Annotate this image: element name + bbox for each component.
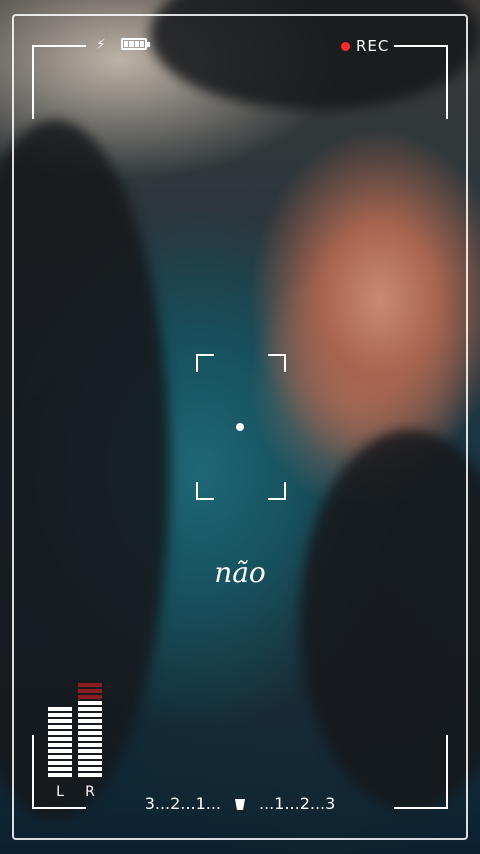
focus-point-icon — [236, 423, 244, 431]
audio-meter-bar — [48, 731, 72, 735]
audio-meter-bar — [78, 737, 102, 741]
rec-indicator: REC — [341, 37, 389, 55]
audio-meter-bar — [48, 713, 72, 717]
audio-meter-bar — [78, 731, 102, 735]
audio-meter-bar — [78, 767, 102, 771]
audio-meter-bar — [48, 749, 72, 753]
audio-meter-bar — [78, 689, 102, 693]
audio-meter-bar — [78, 701, 102, 705]
audio-meter-bar — [48, 767, 72, 771]
audio-meter-bar — [48, 707, 72, 711]
battery-full-icon — [121, 38, 150, 50]
audio-meter-bar — [48, 761, 72, 765]
countdown-bar: 3...2...1... ...1...2...3 — [0, 794, 480, 813]
audio-meter-bar — [48, 725, 72, 729]
audio-meter-bar — [78, 749, 102, 753]
audio-meter-bar — [78, 707, 102, 711]
focus-bracket-bottom-right — [268, 482, 286, 500]
audio-meter-bar — [78, 683, 102, 687]
audio-meter-bar — [48, 737, 72, 741]
countdown-left-text: 3...2...1... — [144, 794, 221, 813]
audio-meter-bar — [48, 755, 72, 759]
focus-bracket-top-right — [268, 354, 286, 372]
focus-bracket-top-left — [196, 354, 214, 372]
camera-viewfinder: ⚡ REC não L R 3...2...1... ...1...2...3 — [0, 0, 480, 854]
audio-meter-bar — [78, 773, 102, 777]
frame-corner-top-right — [394, 45, 448, 119]
subtitle-text: não — [214, 556, 266, 589]
focus-bracket-bottom-left — [196, 482, 214, 500]
audio-meter-bar — [48, 719, 72, 723]
countdown-right-text: ...1...2...3 — [259, 794, 336, 813]
audio-meter-bar — [78, 719, 102, 723]
audio-meter-bar — [78, 761, 102, 765]
frame-corner-top-left — [32, 45, 86, 119]
rec-label: REC — [356, 37, 390, 55]
record-dot-icon — [341, 41, 350, 51]
audio-meter-bar — [48, 743, 72, 747]
audio-meter-bar — [78, 713, 102, 717]
audio-meter-right-channel — [78, 683, 102, 779]
audio-meter-bar — [78, 755, 102, 759]
audio-meter-left-channel — [48, 683, 72, 779]
audio-meter-bar — [78, 743, 102, 747]
audio-meter-bar — [78, 695, 102, 699]
audio-meter-bar — [48, 773, 72, 777]
audio-meter-bar — [78, 725, 102, 729]
lightning-icon: ⚡ — [96, 37, 106, 53]
cup-icon — [235, 799, 245, 810]
